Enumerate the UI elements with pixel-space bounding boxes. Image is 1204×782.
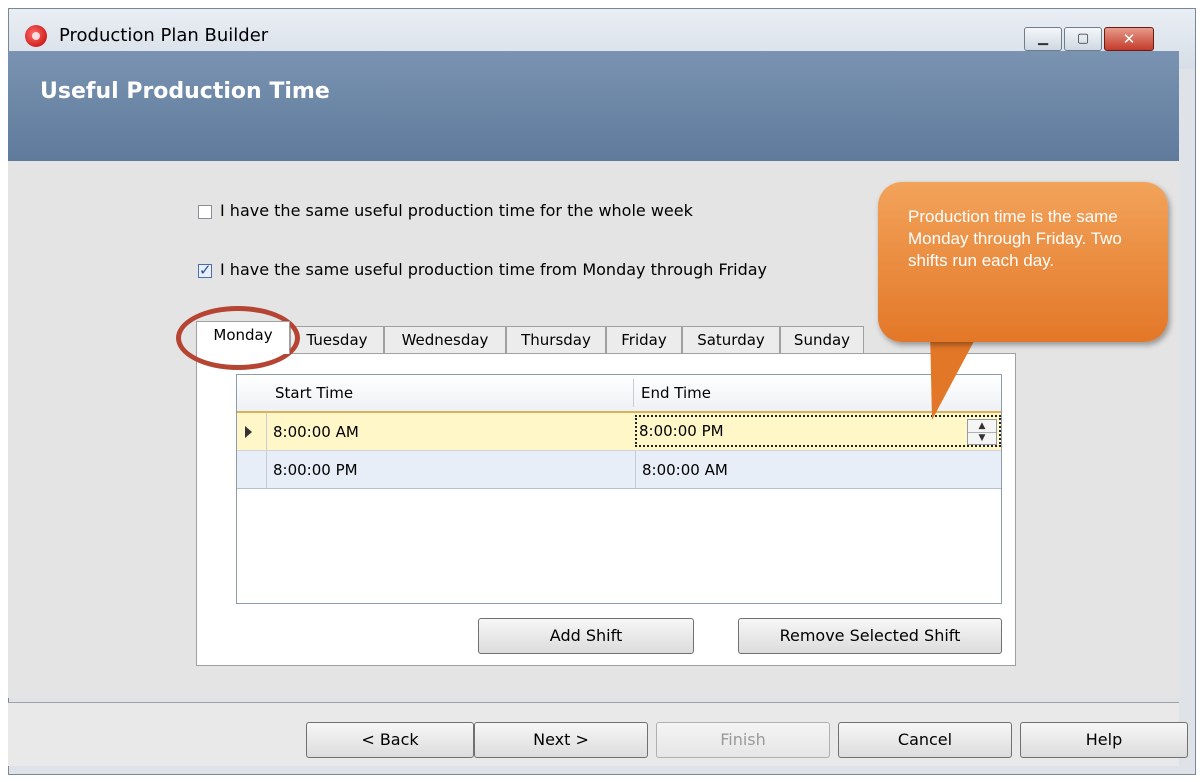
help-button[interactable]: Help — [1020, 722, 1188, 758]
current-row-arrow-icon — [245, 426, 252, 438]
row-selector[interactable] — [237, 413, 267, 450]
tab-sunday[interactable]: Sunday — [780, 326, 864, 354]
finish-button: Finish — [656, 722, 830, 758]
start-time-cell[interactable]: 8:00:00 PM — [267, 451, 635, 488]
whole-week-checkbox[interactable] — [198, 205, 212, 219]
table-row[interactable]: 8:00:00 AM 8:00:00 PM ▲ ▼ — [237, 413, 1001, 451]
grid-header: Start Time End Time — [237, 375, 1001, 413]
cancel-button[interactable]: Cancel — [838, 722, 1012, 758]
column-header-end-time[interactable]: End Time — [641, 375, 711, 411]
callout-pointer — [930, 330, 980, 420]
tab-wednesday[interactable]: Wednesday — [384, 326, 506, 354]
column-header-start-time[interactable]: Start Time — [275, 375, 353, 411]
maximize-button[interactable]: ▢ — [1064, 27, 1102, 51]
tab-tuesday[interactable]: Tuesday — [290, 326, 384, 354]
tab-friday[interactable]: Friday — [606, 326, 682, 354]
end-time-input[interactable]: 8:00:00 PM — [637, 417, 957, 445]
time-spinner[interactable]: ▲ ▼ — [967, 419, 997, 445]
end-time-cell[interactable]: 8:00:00 AM — [635, 451, 1001, 488]
close-button[interactable]: ✕ — [1104, 27, 1154, 51]
page-title: Useful Production Time — [40, 79, 330, 104]
tab-thursday[interactable]: Thursday — [506, 326, 606, 354]
weekdays-checkbox[interactable] — [198, 261, 212, 279]
table-row[interactable]: 8:00:00 PM 8:00:00 AM — [237, 451, 1001, 489]
app-logo-icon — [25, 25, 47, 47]
window-title: Production Plan Builder — [59, 25, 269, 46]
minimize-icon: ▁ — [1038, 31, 1048, 46]
add-shift-button[interactable]: Add Shift — [478, 618, 694, 654]
maximize-icon: ▢ — [1076, 31, 1090, 46]
spin-down-icon[interactable]: ▼ — [968, 432, 996, 444]
minimize-button[interactable]: ▁ — [1024, 27, 1062, 51]
column-divider — [633, 379, 634, 407]
callout-bubble: Production time is the same Monday throu… — [878, 182, 1168, 342]
tab-monday[interactable]: Monday — [196, 321, 290, 354]
tab-saturday[interactable]: Saturday — [682, 326, 780, 354]
whole-week-label: I have the same useful production time f… — [220, 201, 693, 220]
start-time-cell[interactable]: 8:00:00 AM — [267, 413, 635, 450]
close-icon: ✕ — [1122, 30, 1136, 48]
next-button[interactable]: Next > — [474, 722, 648, 758]
callout-text: Production time is the same Monday throu… — [908, 207, 1122, 270]
back-button[interactable]: < Back — [306, 722, 474, 758]
row-selector[interactable] — [237, 451, 267, 488]
weekdays-label: I have the same useful production time f… — [220, 260, 768, 279]
shifts-grid: Start Time End Time 8:00:00 AM 8:00:00 P… — [236, 374, 1002, 604]
wizard-header: Useful Production Time — [8, 51, 1179, 161]
remove-shift-button[interactable]: Remove Selected Shift — [738, 618, 1002, 654]
